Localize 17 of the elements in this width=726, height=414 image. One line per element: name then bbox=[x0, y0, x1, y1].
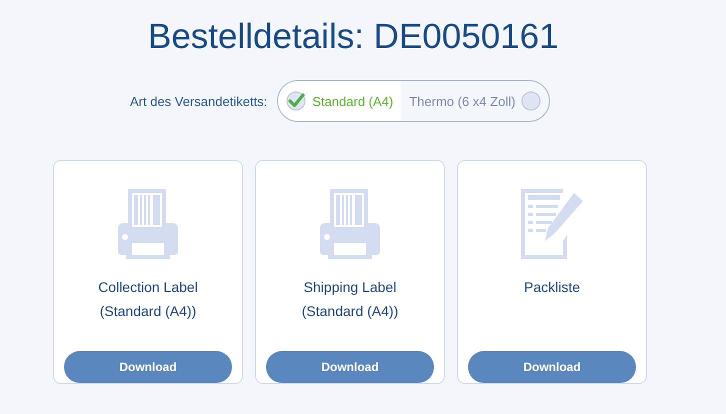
document-title: Shipping Label bbox=[304, 278, 396, 297]
label-type-label: Art des Versandetiketts: bbox=[130, 94, 268, 108]
label-type-option[interactable]: Standard (A4) bbox=[278, 81, 402, 121]
document-title: Packliste bbox=[524, 278, 580, 297]
printer-icon bbox=[118, 189, 178, 259]
document-title: Collection Label bbox=[98, 278, 198, 297]
radio-icon bbox=[521, 91, 542, 111]
printer-icon bbox=[320, 189, 380, 259]
document-pencil-icon bbox=[519, 189, 585, 259]
page-title: Bestelldetails: DE0050161 bbox=[148, 16, 559, 58]
document-title: (Standard (A4)) bbox=[100, 302, 196, 321]
label-type-option[interactable]: Thermo (6 x4 Zoll) bbox=[401, 81, 550, 121]
document-title: (Standard (A4)) bbox=[302, 302, 398, 321]
download-button[interactable]: Download bbox=[266, 351, 434, 383]
download-button[interactable]: Download bbox=[468, 351, 636, 383]
download-button[interactable]: Download bbox=[64, 351, 232, 383]
check-icon bbox=[286, 91, 306, 111]
